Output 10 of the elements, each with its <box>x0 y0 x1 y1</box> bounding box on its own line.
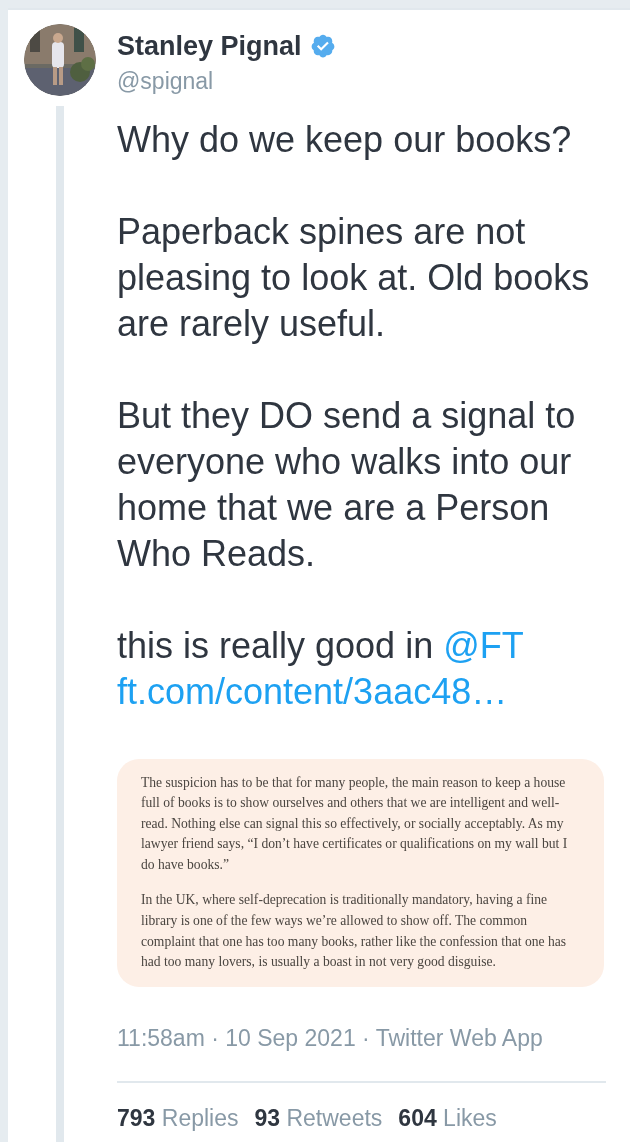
tweet-text: this is really good in <box>117 624 435 666</box>
quote-paragraph: The suspicion has to be that for many people, the main reason to keep a house full of books is to show ourselves and others that we are intelligent and well-read. Nothing else can signal this so effectively, or socially acceptably. As my lawyer friend says, “I don’t have certificates or qualifications on my wall but I do have books.” <box>141 773 569 874</box>
stat-link[interactable]: 604 Likes <box>398 1101 497 1136</box>
tweet-text: But they DO send a signal to everyone who walks into our home that we are a Person Who Reads. <box>117 394 576 574</box>
tweet-text: Why do we keep our books? <box>117 118 572 160</box>
stat-link[interactable]: 93 Retweets <box>254 1101 383 1136</box>
quote-paragraph: In the UK, where self-deprecation is traditionally mandatory, having a fine library is one of the few ways we’re allowed to show off. The common complaint that one has too many books, rather like the confession that one has had too many lovers, is usually a boast in not very good disguise. <box>141 891 568 972</box>
stat-link[interactable]: 793 Replies <box>117 1101 239 1136</box>
tweet-text: Paperback spines are not pleasing to look at. Old books are rarely useful. <box>117 210 590 344</box>
author-name[interactable]: Stanley Pignal <box>117 26 302 67</box>
